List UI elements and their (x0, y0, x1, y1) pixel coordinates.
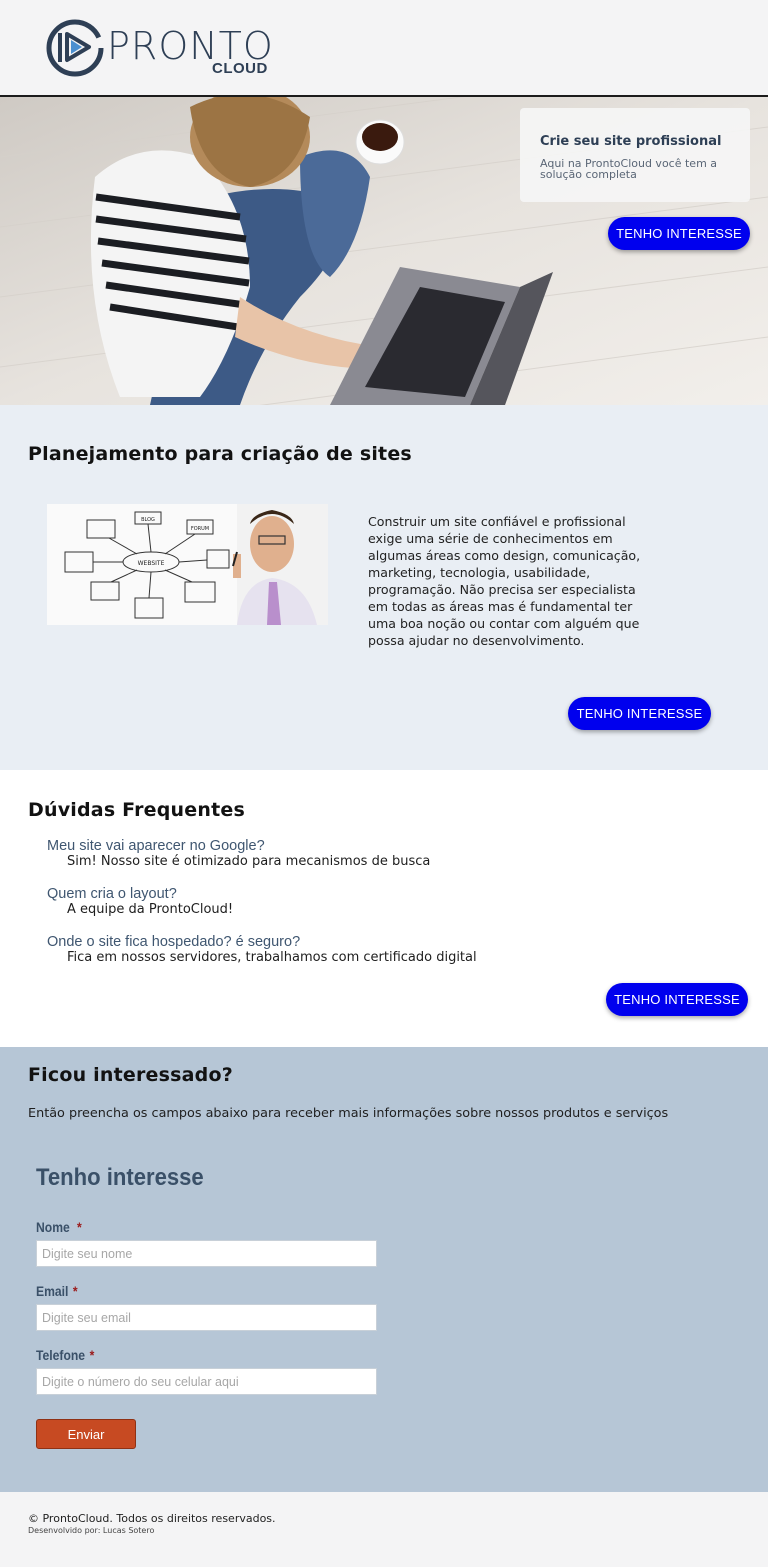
site-footer: © ProntoCloud. Todos os direitos reserva… (0, 1492, 768, 1567)
contact-form-section: Ficou interessado? Então preencha os cam… (0, 1047, 768, 1492)
required-marker: * (76, 1220, 82, 1235)
faq-interest-button[interactable]: TENHO INTERESSE (606, 983, 748, 1016)
email-label: Email * (36, 1284, 78, 1299)
phone-label-text: Telefone (36, 1348, 86, 1363)
faq-item: Quem cria o layout? A equipe da ProntoCl… (47, 887, 234, 918)
logo-subtitle: CLOUD (212, 60, 268, 77)
faq-answer: Fica em nossos servidores, trabalhamos c… (67, 950, 477, 965)
play-logo-icon (46, 19, 104, 77)
name-label-text: Nome (36, 1220, 70, 1235)
faq-question[interactable]: Meu site vai aparecer no Google? (47, 839, 430, 854)
faq-title: Dúvidas Frequentes (28, 799, 245, 821)
faq-item: Onde o site fica hospedado? é seguro? Fi… (47, 935, 477, 966)
faq-item: Meu site vai aparecer no Google? Sim! No… (47, 839, 431, 870)
hero-interest-button[interactable]: TENHO INTERESSE (608, 217, 750, 250)
form-section-title: Ficou interessado? (28, 1064, 233, 1086)
form-intro-text: Então preencha os campos abaixo para rec… (28, 1106, 669, 1121)
diagram-node-blog: BLOG (141, 517, 155, 523)
planning-interest-button[interactable]: TENHO INTERESSE (568, 697, 711, 730)
website-diagram: WEBSITE BLOG FORUM (47, 504, 328, 625)
email-input[interactable] (36, 1304, 377, 1331)
required-marker: * (89, 1348, 95, 1363)
faq-answer: Sim! Nosso site é otimizado para mecanis… (67, 854, 431, 869)
footer-developer: Desenvolvido por: Lucas Sotero (28, 1526, 155, 1535)
faq-section: Dúvidas Frequentes Meu site vai aparecer… (0, 770, 768, 1047)
diagram-center-label: WEBSITE (138, 560, 165, 567)
form-title: Tenho interesse (36, 1164, 204, 1191)
faq-question[interactable]: Onde o site fica hospedado? é seguro? (47, 935, 477, 950)
required-marker: * (72, 1284, 78, 1299)
name-label: Nome * (36, 1220, 82, 1235)
prontocloud-logo[interactable]: PRONTO CLOUD (45, 18, 275, 78)
phone-input[interactable] (36, 1368, 377, 1395)
website-diagram-image: WEBSITE BLOG FORUM (47, 504, 328, 625)
submit-button[interactable]: Enviar (36, 1419, 136, 1449)
footer-copyright: © ProntoCloud. Todos os direitos reserva… (28, 1512, 276, 1525)
hero-card-title: Crie seu site profissional (540, 134, 722, 149)
faq-answer: A equipe da ProntoCloud! (67, 902, 234, 917)
planning-text: Construir um site confiável e profission… (368, 514, 641, 648)
site-header: PRONTO CLOUD (0, 0, 768, 97)
phone-label: Telefone * (36, 1348, 94, 1363)
planning-section: Planejamento para criação de sites WEBSI… (0, 405, 768, 770)
diagram-node-forum: FORUM (191, 526, 209, 532)
name-input[interactable] (36, 1240, 377, 1267)
hero-card-text: Aqui na ProntoCloud você tem a solução c… (540, 157, 718, 181)
email-label-text: Email (36, 1284, 69, 1299)
hero-banner: Crie seu site profissional Aqui na Pront… (0, 97, 768, 405)
faq-question[interactable]: Quem cria o layout? (47, 887, 233, 902)
planning-title: Planejamento para criação de sites (28, 443, 412, 465)
hero-info-card: Crie seu site profissional Aqui na Pront… (520, 108, 750, 202)
